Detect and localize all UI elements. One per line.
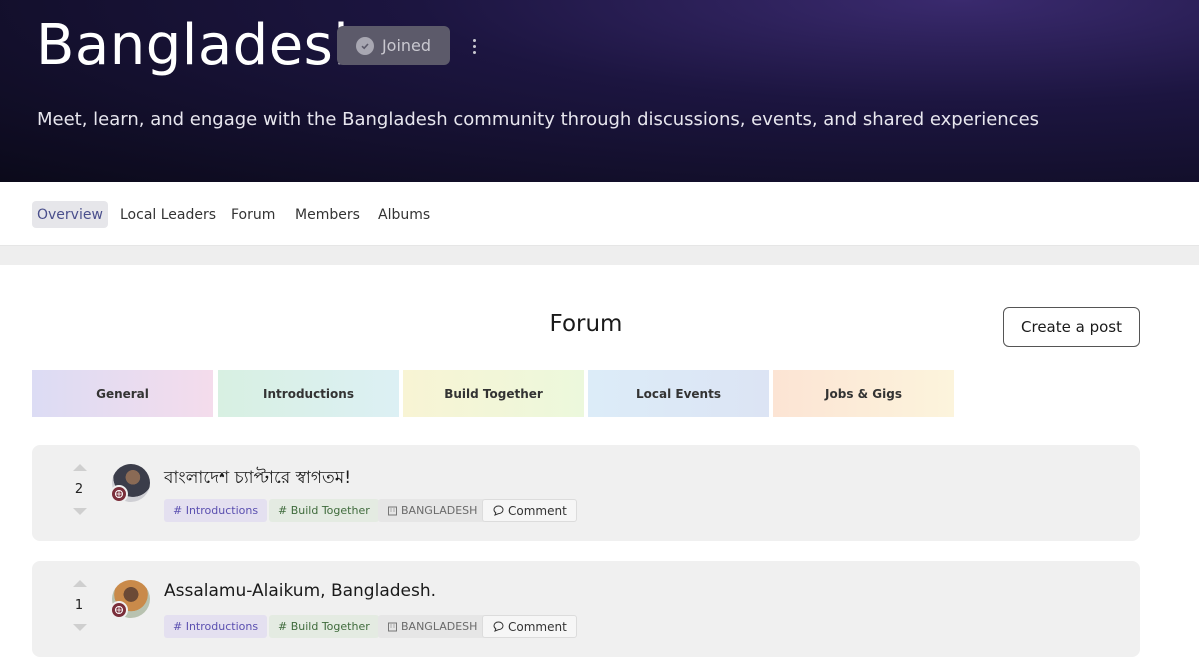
check-circle-icon	[355, 36, 374, 55]
upvote-icon[interactable]	[73, 464, 87, 471]
tab-albums[interactable]: Albums	[373, 201, 435, 228]
upvote-icon[interactable]	[73, 580, 87, 587]
vote-count: 1	[74, 598, 84, 613]
category-build-together[interactable]: Build Together	[403, 370, 584, 417]
post-title[interactable]: Assalamu-Alaikum, Bangladesh.	[164, 581, 436, 601]
post-item[interactable]: 1 Assalamu-Alaikum, Bangladesh. # Introd…	[32, 561, 1140, 657]
more-options-icon[interactable]	[464, 34, 484, 58]
downvote-icon[interactable]	[73, 624, 87, 631]
community-subtitle: Meet, learn, and engage with the Banglad…	[37, 109, 1040, 130]
comment-label: Comment	[508, 619, 567, 634]
tag-build-together[interactable]: # Build Together	[269, 499, 379, 522]
location-label: BANGLADESH	[401, 620, 478, 633]
category-general[interactable]: General	[32, 370, 213, 417]
tab-overview[interactable]: Overview	[32, 201, 108, 228]
joined-button[interactable]: Joined	[337, 26, 450, 65]
joined-label: Joined	[381, 36, 432, 55]
category-jobs-gigs[interactable]: Jobs & Gigs	[773, 370, 954, 417]
location-chip[interactable]: BANGLADESH	[378, 615, 487, 638]
location-chip[interactable]: BANGLADESH	[378, 499, 487, 522]
tag-introductions[interactable]: # Introductions	[164, 499, 268, 522]
post-item[interactable]: 2 বাংলাদেশ চ্যাপ্টারে স্বাগতম! # Introdu…	[32, 445, 1140, 541]
comment-icon	[493, 621, 504, 632]
tab-forum[interactable]: Forum	[226, 201, 280, 228]
member-badge-icon	[110, 485, 128, 503]
community-hero: Bangladesh Joined Meet, learn, and engag…	[0, 0, 1199, 182]
tab-members[interactable]: Members	[290, 201, 365, 228]
comment-button[interactable]: Comment	[482, 615, 577, 638]
comment-icon	[493, 505, 504, 516]
downvote-icon[interactable]	[73, 508, 87, 515]
community-title: Bangladesh	[36, 13, 370, 78]
building-icon	[388, 622, 397, 632]
vote-count: 2	[74, 482, 84, 497]
member-badge-icon	[110, 601, 128, 619]
comment-button[interactable]: Comment	[482, 499, 577, 522]
forum-section: Forum Create a post General Introduction…	[0, 265, 1199, 662]
section-divider	[0, 246, 1199, 265]
create-post-button[interactable]: Create a post	[1003, 307, 1140, 347]
location-label: BANGLADESH	[401, 504, 478, 517]
forum-title: Forum	[549, 311, 623, 337]
tag-build-together[interactable]: # Build Together	[269, 615, 379, 638]
tab-bar: Overview Local Leaders Forum Members Alb…	[0, 182, 1199, 246]
category-introductions[interactable]: Introductions	[218, 370, 399, 417]
building-icon	[388, 506, 397, 516]
post-title[interactable]: বাংলাদেশ চ্যাপ্টারে স্বাগতম!	[164, 465, 351, 493]
tab-local-leaders[interactable]: Local Leaders	[115, 201, 221, 228]
comment-label: Comment	[508, 503, 567, 518]
tag-introductions[interactable]: # Introductions	[164, 615, 268, 638]
category-local-events[interactable]: Local Events	[588, 370, 769, 417]
